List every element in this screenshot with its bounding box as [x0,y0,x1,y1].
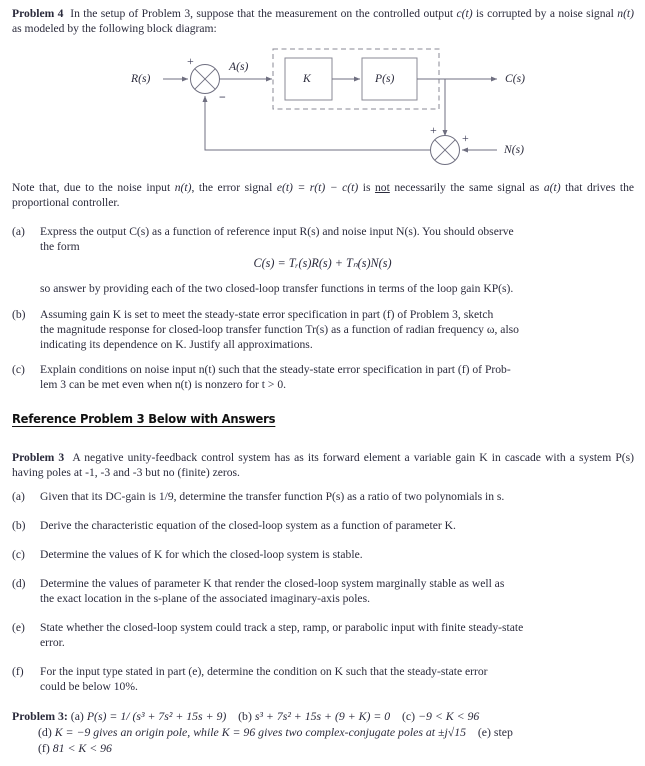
problem3-item-b-line1: Derive the characteristic equation of th… [40,519,456,532]
note-c: is [358,181,375,194]
problem3-item-a-label: (a) [12,490,25,503]
note-at: a(t) [543,181,561,194]
problem3-intro-line1: A negative unity-feedback control system… [72,451,501,464]
problem3-item-d-line1: Determine the values of parameter K that… [40,577,505,590]
problem4-item-a-line2: the form [40,240,80,254]
problem3-item-e-line1: State whether the closed-loop system cou… [40,621,524,634]
answers-b-label: (b) [238,709,252,723]
problem3-item-b-label: (b) [12,519,26,532]
answers-e-label: (e) [477,725,491,739]
problem3-item-c-label: (c) [12,548,25,561]
answers-c-value: −9 < K < 96 [418,709,480,723]
display-equation-ct: C(s) = Tᵣ(s)R(s) + Tₙ(s)N(s) [0,256,645,271]
problem3-item-f-line2: could be below 10%. [40,680,138,694]
problem4-item-b-line1: Assuming gain K is set to meet the stead… [40,308,494,321]
answers-line-d: (d) K = −9 gives an origin pole, while K… [12,724,634,740]
problem4-ct: c(t) [456,7,473,20]
problem3-item-e-line2: error. [40,636,65,650]
sum1-minus-sign: − [219,90,226,104]
answers-d-value: K = −9 gives an origin pole, while K = 9… [54,725,467,739]
diagram-label-gain: K [303,72,311,85]
problem3-item-d: (d) Determine the values of parameter K … [12,576,634,606]
answers-f-label: (f) [38,741,50,755]
sum2-plus-top-sign: + [430,123,437,137]
note-not: not [374,181,390,194]
problem4-item-a: (a) Express the output C(s) as a functio… [12,224,634,254]
problem4-nt: n(t) [617,7,635,20]
problem4-intro-d: as modeled by the following block diagra… [12,22,217,36]
answers-heading: Problem 3: [12,709,68,723]
note-eq: e(t) = r(t) − c(t) [276,181,359,194]
problem3-item-e-label: (e) [12,621,25,634]
answers-a-value: P(s) = 1/ (s³ + 7s² + 15s + 9) [86,709,227,723]
note-a: Note that, due to the noise input [12,181,175,194]
diagram-label-noise: N(s) [504,143,524,156]
problem4-intro: Problem 4 In the setup of Problem 3, sup… [12,6,634,36]
problem3-item-e: (e) State whether the closed-loop system… [12,620,634,650]
problem3-item-f-line1: For the input type stated in part (e), d… [40,665,488,678]
sum2-plus-right-sign: + [462,131,469,145]
problem3-item-c: (c) Determine the values of K for which … [12,547,634,562]
problem3-item-a-line1: Given that its DC-gain is 1/9, determine… [40,490,505,503]
diagram-label-output: C(s) [505,72,525,85]
note-paragraph: Note that, due to the noise input n(t), … [12,180,634,210]
problem3-heading: Problem 3 [12,451,65,464]
note-nt: n(t) [174,181,192,194]
problem4-item-a-line1: Express the output C(s) as a function of… [40,225,514,238]
problem4-item-c: (c) Explain conditions on noise input n(… [12,362,634,392]
problem4-item-a-label: (a) [12,225,25,238]
problem4-item-a-cont: so answer by providing each of the two c… [12,281,634,296]
problem3-item-f-label: (f) [12,665,24,678]
problem4-heading: Problem 4 [12,7,64,20]
note-d: necessarily the same signal [389,181,526,194]
answers-a-label: (a) [70,709,84,723]
answers-b-value: s³ + 7s² + 15s + (9 + K) = 0 [254,709,391,723]
note-b: , the error signal [191,181,277,194]
answers-c-label: (c) [402,709,416,723]
note-e: as [529,181,544,194]
problem4-item-c-label: (c) [12,363,25,376]
problem3-item-f: (f) For the input type stated in part (e… [12,664,634,694]
problem4-item-c-line1: Explain conditions on noise input n(t) s… [40,363,511,376]
reference-section-heading: Reference Problem 3 Below with Answers [12,411,276,426]
wire-feedback-path [202,95,431,151]
diagram-label-error: A(s) [229,60,249,73]
problem4-intro-b: is [472,7,484,20]
sum1-plus-sign: + [187,54,194,68]
answers-e-value: step [493,725,513,739]
block-diagram: R(s) A(s) K P(s) C(s) N(s) + − + + [0,40,645,175]
document-page: Problem 4 In the setup of Problem 3, sup… [0,0,645,766]
problem3-item-c-line1: Determine the values of K for which the … [40,548,363,561]
block-diagram-svg [163,48,498,165]
problem4-item-a-line3: so answer by providing each of the two c… [40,282,514,295]
diagram-label-input: R(s) [131,72,151,85]
problem3-item-a: (a) Given that its DC-gain is 1/9, deter… [12,489,634,504]
problem3-intro: Problem 3 A negative unity-feedback cont… [12,450,634,480]
problem4-intro-c: corrupted by a noise signal [487,7,618,20]
display-equation-text: C(s) = Tᵣ(s)R(s) + Tₙ(s)N(s) [253,256,392,270]
diagram-label-plant: P(s) [375,72,395,85]
answers-block: Problem 3: (a) P(s) = 1/ (s³ + 7s² + 15s… [12,708,634,756]
problem4-item-c-line2: lem 3 can be met even when n(t) is nonze… [40,378,287,392]
problem4-item-b: (b) Assuming gain K is set to meet the s… [12,307,634,353]
answers-f-value: 81 < K < 96 [52,741,112,755]
answers-line-f: (f) 81 < K < 96 [12,740,634,756]
problem4-item-b-label: (b) [12,308,26,321]
answers-d-label: (d) [38,725,52,739]
problem3-item-b: (b) Derive the characteristic equation o… [12,518,634,533]
problem4-intro-a: In the setup of Problem 3, suppose that … [70,7,457,20]
problem3-item-d-line2: the exact location in the s-plane of the… [40,592,370,606]
problem4-item-b-line2: the magnitude response for closed-loop t… [40,323,519,337]
problem4-item-b-line3: indicating its dependence on K. Justify … [40,338,313,352]
problem3-item-d-label: (d) [12,577,26,590]
